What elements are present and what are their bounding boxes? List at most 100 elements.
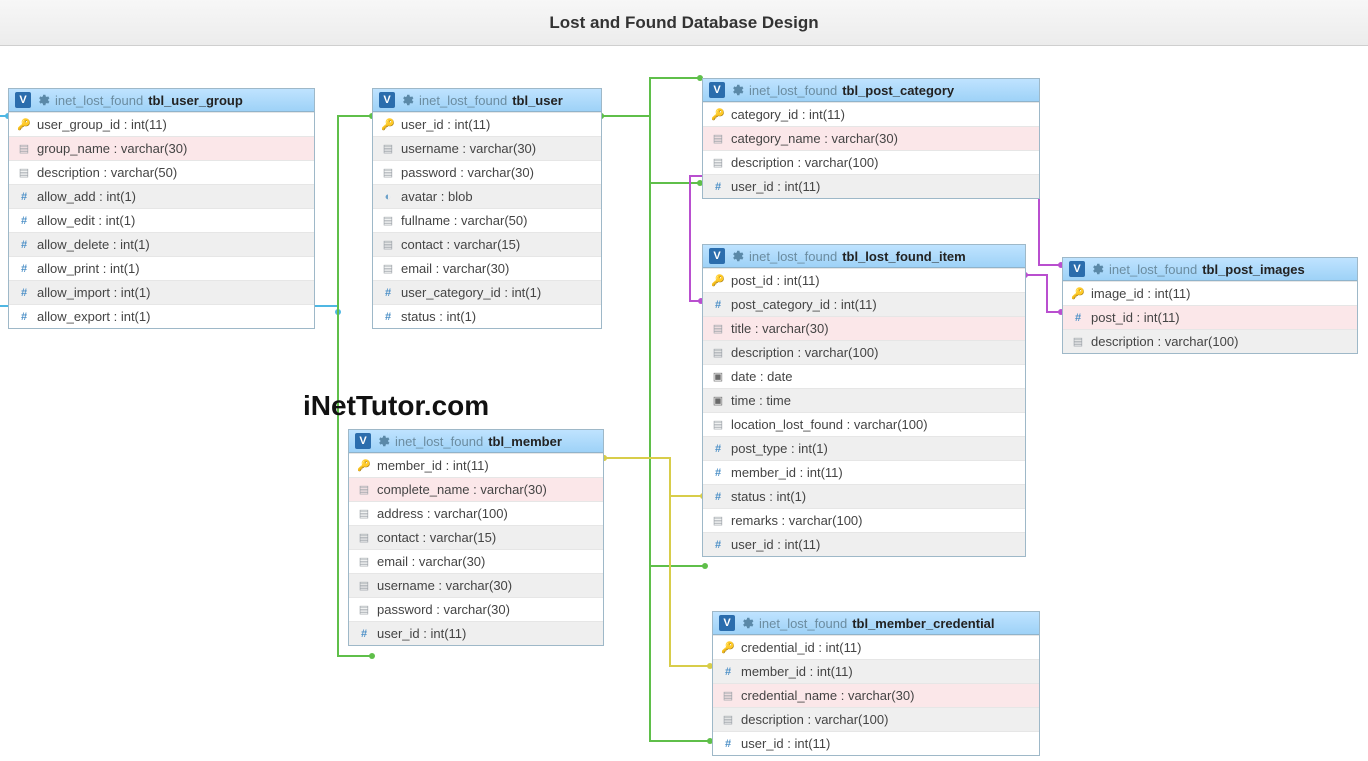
table-column[interactable]: #user_id : int(11) [703, 532, 1025, 556]
table-column[interactable]: #allow_export : int(1) [9, 304, 314, 328]
table-header[interactable]: Vinet_lost_foundtbl_member_credential [713, 612, 1039, 635]
table-column[interactable]: #allow_edit : int(1) [9, 208, 314, 232]
table-column[interactable]: #member_id : int(11) [703, 460, 1025, 484]
db-name-label: inet_lost_found [395, 434, 483, 449]
hash-icon: # [17, 286, 31, 300]
column-label: allow_delete : int(1) [37, 237, 150, 252]
relation-line [604, 458, 703, 496]
table-column[interactable]: ▤email : varchar(30) [349, 549, 603, 573]
table-column[interactable]: #allow_print : int(1) [9, 256, 314, 280]
table-column[interactable]: #user_id : int(11) [703, 174, 1039, 198]
view-badge-icon: V [709, 82, 725, 98]
table-column[interactable]: ▤credential_name : varchar(30) [713, 683, 1039, 707]
table-column[interactable]: #post_type : int(1) [703, 436, 1025, 460]
table-column[interactable]: 🔑category_id : int(11) [703, 102, 1039, 126]
column-label: contact : varchar(15) [377, 530, 496, 545]
table-column[interactable]: ▤ remarks : varchar(100) [703, 508, 1025, 532]
table-column[interactable]: 🔑user_group_id : int(11) [9, 112, 314, 136]
column-icon: ▤ [721, 713, 735, 727]
table-column[interactable]: #user_id : int(11) [713, 731, 1039, 755]
table-header[interactable]: Vinet_lost_foundtbl_user [373, 89, 601, 112]
table-column[interactable]: ▤description : varchar(100) [703, 150, 1039, 174]
table-tbl_member[interactable]: Vinet_lost_foundtbl_member🔑member_id : i… [348, 429, 604, 646]
table-column[interactable]: #post_category_id : int(11) [703, 292, 1025, 316]
table-column[interactable]: ▤description : varchar(100) [703, 340, 1025, 364]
gear-icon[interactable] [400, 93, 414, 107]
column-label: category_id : int(11) [731, 107, 845, 122]
column-label: user_id : int(11) [731, 179, 820, 194]
table-column[interactable]: ▤location_lost_found : varchar(100) [703, 412, 1025, 436]
table-tbl_post_category[interactable]: Vinet_lost_foundtbl_post_category🔑catego… [702, 78, 1040, 199]
table-column[interactable]: ▤password : varchar(30) [373, 160, 601, 184]
table-column[interactable]: ▤email : varchar(30) [373, 256, 601, 280]
table-column[interactable]: ◐avatar : blob [373, 184, 601, 208]
column-label: image_id : int(11) [1091, 286, 1190, 301]
table-column[interactable]: ▤complete_name : varchar(30) [349, 477, 603, 501]
date-icon: ▣ [711, 394, 725, 408]
table-column[interactable]: ▤group_name : varchar(30) [9, 136, 314, 160]
gear-icon[interactable] [36, 93, 50, 107]
key-icon: 🔑 [17, 118, 31, 132]
gear-icon[interactable] [730, 249, 744, 263]
key-icon: 🔑 [357, 459, 371, 473]
column-label: username : varchar(30) [377, 578, 512, 593]
relation-line [600, 78, 700, 116]
gear-icon[interactable] [376, 434, 390, 448]
column-label: time : time [731, 393, 791, 408]
table-column[interactable]: ▤username : varchar(30) [373, 136, 601, 160]
table-column[interactable]: #allow_delete : int(1) [9, 232, 314, 256]
table-column[interactable]: #user_category_id : int(1) [373, 280, 601, 304]
table-column[interactable]: 🔑credential_id : int(11) [713, 635, 1039, 659]
table-tbl_lost_found_item[interactable]: Vinet_lost_foundtbl_lost_found_item🔑post… [702, 244, 1026, 557]
column-label: remarks : varchar(100) [731, 513, 862, 528]
gear-icon[interactable] [740, 616, 754, 630]
table-column[interactable]: ▤title : varchar(30) [703, 316, 1025, 340]
table-tbl_user[interactable]: Vinet_lost_foundtbl_user🔑user_id : int(1… [372, 88, 602, 329]
table-column[interactable]: ▤address : varchar(100) [349, 501, 603, 525]
table-column[interactable]: #status : int(1) [373, 304, 601, 328]
table-name-label: tbl_user [512, 93, 563, 108]
table-column[interactable]: ▤description : varchar(50) [9, 160, 314, 184]
table-tbl_member_credential[interactable]: Vinet_lost_foundtbl_member_credential🔑cr… [712, 611, 1040, 756]
table-header[interactable]: Vinet_lost_foundtbl_user_group [9, 89, 314, 112]
view-badge-icon: V [355, 433, 371, 449]
hash-icon: # [711, 538, 725, 552]
table-header[interactable]: Vinet_lost_foundtbl_post_images [1063, 258, 1357, 281]
table-column[interactable]: ▤description : varchar(100) [713, 707, 1039, 731]
table-column[interactable]: 🔑image_id : int(11) [1063, 281, 1357, 305]
table-column[interactable]: #user_id : int(11) [349, 621, 603, 645]
table-column[interactable]: ▤contact : varchar(15) [349, 525, 603, 549]
column-icon: ▤ [711, 514, 725, 528]
table-column[interactable]: #status : int(1) [703, 484, 1025, 508]
table-column[interactable]: 🔑user_id : int(11) [373, 112, 601, 136]
table-header[interactable]: Vinet_lost_foundtbl_post_category [703, 79, 1039, 102]
column-label: status : int(1) [731, 489, 806, 504]
table-column[interactable]: ▣ time : time [703, 388, 1025, 412]
column-icon: ▤ [381, 238, 395, 252]
column-label: user_category_id : int(1) [401, 285, 541, 300]
table-column[interactable]: ▤password : varchar(30) [349, 597, 603, 621]
date-icon: ▣ [711, 370, 725, 384]
table-column[interactable]: 🔑post_id : int(11) [703, 268, 1025, 292]
table-column[interactable]: ▣date : date [703, 364, 1025, 388]
table-column[interactable]: ▤username : varchar(30) [349, 573, 603, 597]
gear-icon[interactable] [730, 83, 744, 97]
table-tbl_post_images[interactable]: Vinet_lost_foundtbl_post_images🔑image_id… [1062, 257, 1358, 354]
table-header[interactable]: Vinet_lost_foundtbl_lost_found_item [703, 245, 1025, 268]
table-column[interactable]: #allow_add : int(1) [9, 184, 314, 208]
column-label: email : varchar(30) [401, 261, 509, 276]
table-tbl_user_group[interactable]: Vinet_lost_foundtbl_user_group🔑user_grou… [8, 88, 315, 329]
table-column[interactable]: #post_id : int(11) [1063, 305, 1357, 329]
table-column[interactable]: #member_id : int(11) [713, 659, 1039, 683]
table-column[interactable]: #allow_import : int(1) [9, 280, 314, 304]
table-column[interactable]: ▤description : varchar(100) [1063, 329, 1357, 353]
table-column[interactable]: ▤contact : varchar(15) [373, 232, 601, 256]
table-column[interactable]: ▤category_name : varchar(30) [703, 126, 1039, 150]
hash-icon: # [711, 466, 725, 480]
column-label: category_name : varchar(30) [731, 131, 898, 146]
table-column[interactable]: ▤fullname : varchar(50) [373, 208, 601, 232]
table-column[interactable]: 🔑member_id : int(11) [349, 453, 603, 477]
table-header[interactable]: Vinet_lost_foundtbl_member [349, 430, 603, 453]
gear-icon[interactable] [1090, 262, 1104, 276]
erd-canvas[interactable]: iNetTutor.com Vinet_lost_foundtbl_user_g… [0, 46, 1368, 761]
